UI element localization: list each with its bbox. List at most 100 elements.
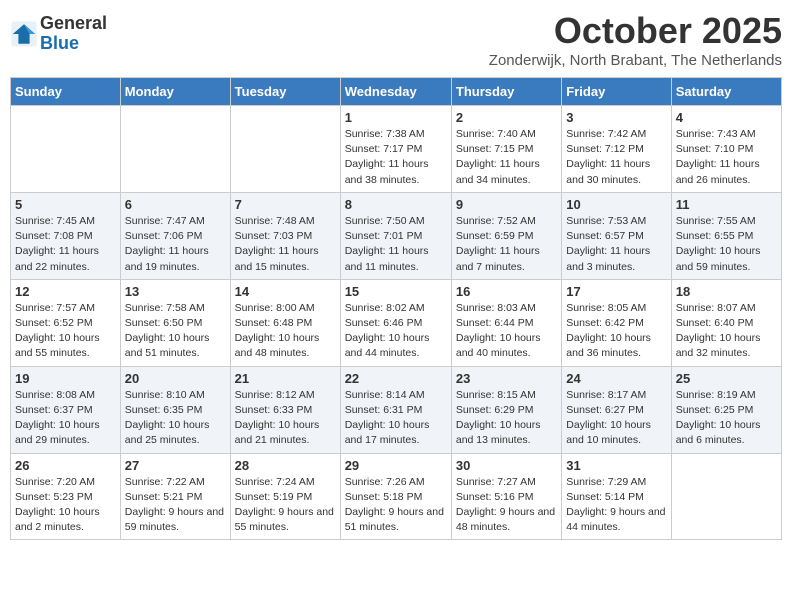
day-info: Sunrise: 7:40 AM Sunset: 7:15 PM Dayligh… <box>456 127 557 188</box>
logo-text: General Blue <box>40 14 107 54</box>
day-info: Sunrise: 7:57 AM Sunset: 6:52 PM Dayligh… <box>15 301 116 362</box>
day-info: Sunrise: 7:55 AM Sunset: 6:55 PM Dayligh… <box>676 214 777 275</box>
day-info: Sunrise: 8:07 AM Sunset: 6:40 PM Dayligh… <box>676 301 777 362</box>
day-info: Sunrise: 7:24 AM Sunset: 5:19 PM Dayligh… <box>235 475 336 536</box>
calendar-cell: 20 Sunrise: 8:10 AM Sunset: 6:35 PM Dayli… <box>120 366 230 453</box>
weekday-header-friday: Friday <box>562 78 671 106</box>
day-info: Sunrise: 7:47 AM Sunset: 7:06 PM Dayligh… <box>125 214 226 275</box>
calendar-week-row: 5 Sunrise: 7:45 AM Sunset: 7:08 PM Daylig… <box>11 192 782 279</box>
calendar-cell: 24 Sunrise: 8:17 AM Sunset: 6:27 PM Dayli… <box>562 366 671 453</box>
day-number: 8 <box>345 197 447 212</box>
calendar-cell: 25 Sunrise: 8:19 AM Sunset: 6:25 PM Dayli… <box>671 366 781 453</box>
weekday-header-thursday: Thursday <box>451 78 561 106</box>
day-number: 10 <box>566 197 666 212</box>
page-header: General Blue October 2025 Zonderwijk, No… <box>10 10 782 69</box>
calendar-cell: 27 Sunrise: 7:22 AM Sunset: 5:21 PM Dayli… <box>120 453 230 540</box>
day-info: Sunrise: 8:00 AM Sunset: 6:48 PM Dayligh… <box>235 301 336 362</box>
day-number: 16 <box>456 284 557 299</box>
day-number: 12 <box>15 284 116 299</box>
calendar-cell: 6 Sunrise: 7:47 AM Sunset: 7:06 PM Daylig… <box>120 192 230 279</box>
calendar-week-row: 12 Sunrise: 7:57 AM Sunset: 6:52 PM Dayli… <box>11 279 782 366</box>
calendar-cell: 11 Sunrise: 7:55 AM Sunset: 6:55 PM Dayli… <box>671 192 781 279</box>
calendar-cell: 7 Sunrise: 7:48 AM Sunset: 7:03 PM Daylig… <box>230 192 340 279</box>
calendar-cell: 12 Sunrise: 7:57 AM Sunset: 6:52 PM Dayli… <box>11 279 121 366</box>
day-number: 25 <box>676 371 777 386</box>
calendar-cell: 9 Sunrise: 7:52 AM Sunset: 6:59 PM Daylig… <box>451 192 561 279</box>
weekday-header-monday: Monday <box>120 78 230 106</box>
day-number: 29 <box>345 458 447 473</box>
calendar-table: SundayMondayTuesdayWednesdayThursdayFrid… <box>10 77 782 540</box>
calendar-cell: 2 Sunrise: 7:40 AM Sunset: 7:15 PM Daylig… <box>451 106 561 193</box>
day-number: 14 <box>235 284 336 299</box>
title-block: October 2025 Zonderwijk, North Brabant, … <box>489 10 782 69</box>
calendar-cell: 8 Sunrise: 7:50 AM Sunset: 7:01 PM Daylig… <box>340 192 451 279</box>
day-info: Sunrise: 8:17 AM Sunset: 6:27 PM Dayligh… <box>566 388 666 449</box>
day-number: 2 <box>456 110 557 125</box>
day-number: 27 <box>125 458 226 473</box>
calendar-cell: 16Sunrise: 8:03 AM Sunset: 6:44 PM Dayli… <box>451 279 561 366</box>
day-number: 7 <box>235 197 336 212</box>
calendar-week-row: 19 Sunrise: 8:08 AM Sunset: 6:37 PM Dayli… <box>11 366 782 453</box>
calendar-cell: 22Sunrise: 8:14 AM Sunset: 6:31 PM Dayli… <box>340 366 451 453</box>
day-number: 11 <box>676 197 777 212</box>
day-number: 5 <box>15 197 116 212</box>
day-number: 13 <box>125 284 226 299</box>
day-number: 19 <box>15 371 116 386</box>
calendar-header-row: SundayMondayTuesdayWednesdayThursdayFrid… <box>11 78 782 106</box>
day-info: Sunrise: 7:38 AM Sunset: 7:17 PM Dayligh… <box>345 127 447 188</box>
day-info: Sunrise: 8:02 AM Sunset: 6:46 PM Dayligh… <box>345 301 447 362</box>
day-info: Sunrise: 7:29 AM Sunset: 5:14 PM Dayligh… <box>566 475 666 536</box>
day-info: Sunrise: 8:12 AM Sunset: 6:33 PM Dayligh… <box>235 388 336 449</box>
calendar-cell: 28 Sunrise: 7:24 AM Sunset: 5:19 PM Dayli… <box>230 453 340 540</box>
calendar-cell: 13 Sunrise: 7:58 AM Sunset: 6:50 PM Dayli… <box>120 279 230 366</box>
day-info: Sunrise: 7:53 AM Sunset: 6:57 PM Dayligh… <box>566 214 666 275</box>
day-info: Sunrise: 8:10 AM Sunset: 6:35 PM Dayligh… <box>125 388 226 449</box>
calendar-cell: 23 Sunrise: 8:15 AM Sunset: 6:29 PM Dayli… <box>451 366 561 453</box>
day-number: 24 <box>566 371 666 386</box>
calendar-cell <box>230 106 340 193</box>
calendar-cell: 21Sunrise: 8:12 AM Sunset: 6:33 PM Dayli… <box>230 366 340 453</box>
day-number: 31 <box>566 458 666 473</box>
day-info: Sunrise: 7:20 AM Sunset: 5:23 PM Dayligh… <box>15 475 116 536</box>
day-number: 23 <box>456 371 557 386</box>
day-number: 1 <box>345 110 447 125</box>
weekday-header-saturday: Saturday <box>671 78 781 106</box>
calendar-cell: 4Sunrise: 7:43 AM Sunset: 7:10 PM Daylig… <box>671 106 781 193</box>
day-number: 22 <box>345 371 447 386</box>
calendar-cell <box>671 453 781 540</box>
day-info: Sunrise: 7:22 AM Sunset: 5:21 PM Dayligh… <box>125 475 226 536</box>
calendar-cell: 19 Sunrise: 8:08 AM Sunset: 6:37 PM Dayli… <box>11 366 121 453</box>
day-info: Sunrise: 7:45 AM Sunset: 7:08 PM Dayligh… <box>15 214 116 275</box>
day-number: 3 <box>566 110 666 125</box>
day-number: 6 <box>125 197 226 212</box>
day-info: Sunrise: 7:48 AM Sunset: 7:03 PM Dayligh… <box>235 214 336 275</box>
day-info: Sunrise: 7:50 AM Sunset: 7:01 PM Dayligh… <box>345 214 447 275</box>
calendar-cell: 3 Sunrise: 7:42 AM Sunset: 7:12 PM Daylig… <box>562 106 671 193</box>
calendar-cell: 29Sunrise: 7:26 AM Sunset: 5:18 PM Dayli… <box>340 453 451 540</box>
day-number: 20 <box>125 371 226 386</box>
day-number: 28 <box>235 458 336 473</box>
calendar-week-row: 1 Sunrise: 7:38 AM Sunset: 7:17 PM Daylig… <box>11 106 782 193</box>
day-info: Sunrise: 8:08 AM Sunset: 6:37 PM Dayligh… <box>15 388 116 449</box>
day-info: Sunrise: 8:15 AM Sunset: 6:29 PM Dayligh… <box>456 388 557 449</box>
day-info: Sunrise: 7:58 AM Sunset: 6:50 PM Dayligh… <box>125 301 226 362</box>
calendar-cell: 31 Sunrise: 7:29 AM Sunset: 5:14 PM Dayli… <box>562 453 671 540</box>
day-number: 18 <box>676 284 777 299</box>
day-number: 9 <box>456 197 557 212</box>
weekday-header-wednesday: Wednesday <box>340 78 451 106</box>
day-number: 4 <box>676 110 777 125</box>
month-title: October 2025 <box>489 10 782 52</box>
location: Zonderwijk, North Brabant, The Netherlan… <box>489 52 782 69</box>
day-number: 15 <box>345 284 447 299</box>
weekday-header-tuesday: Tuesday <box>230 78 340 106</box>
weekday-header-sunday: Sunday <box>11 78 121 106</box>
day-info: Sunrise: 7:42 AM Sunset: 7:12 PM Dayligh… <box>566 127 666 188</box>
calendar-cell: 30Sunrise: 7:27 AM Sunset: 5:16 PM Dayli… <box>451 453 561 540</box>
logo-icon <box>10 20 38 48</box>
day-info: Sunrise: 8:19 AM Sunset: 6:25 PM Dayligh… <box>676 388 777 449</box>
day-info: Sunrise: 7:52 AM Sunset: 6:59 PM Dayligh… <box>456 214 557 275</box>
calendar-cell: 15 Sunrise: 8:02 AM Sunset: 6:46 PM Dayli… <box>340 279 451 366</box>
calendar-week-row: 26Sunrise: 7:20 AM Sunset: 5:23 PM Dayli… <box>11 453 782 540</box>
day-info: Sunrise: 7:27 AM Sunset: 5:16 PM Dayligh… <box>456 475 557 536</box>
calendar-cell <box>11 106 121 193</box>
